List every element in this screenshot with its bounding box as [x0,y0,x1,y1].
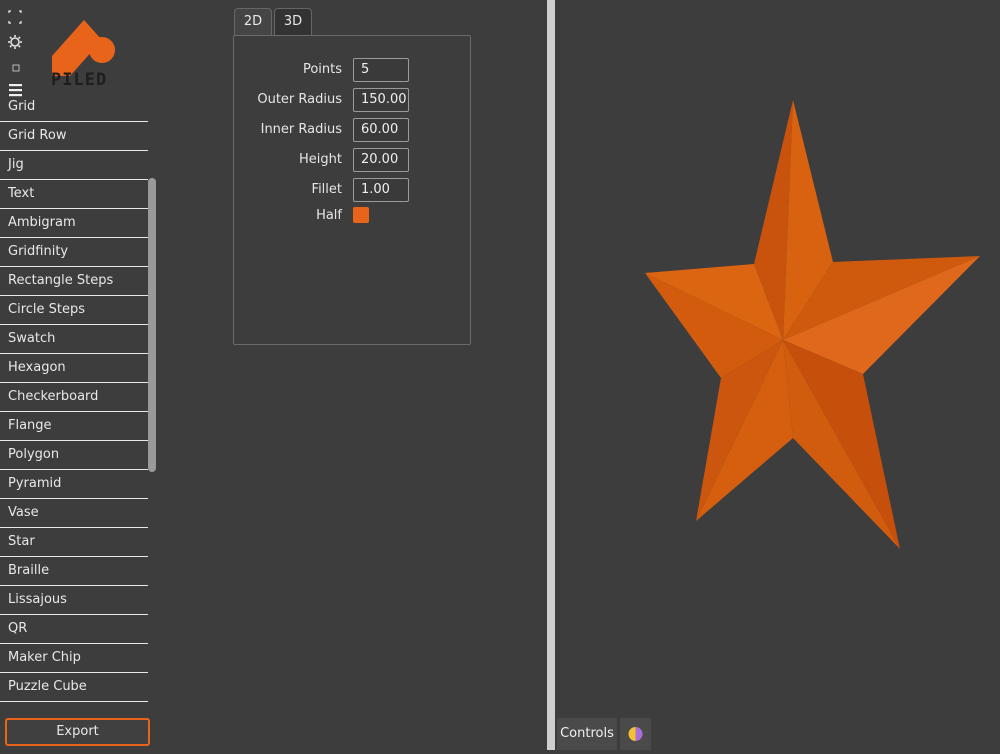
parameters-panel: Points 5 Outer Radius 150.00 Inner Radiu… [233,35,471,345]
height-input[interactable]: 20.00 [353,148,409,172]
sidebar-item-circle-steps[interactable]: Circle Steps [0,296,148,325]
half-row: Half [234,204,470,228]
panel-splitter[interactable] [547,0,555,750]
sidebar-item-flange[interactable]: Flange [0,412,148,441]
inner-radius-row: Inner Radius 60.00 [234,118,470,142]
fillet-label: Fillet [311,182,342,197]
points-input[interactable]: 5 [353,58,409,82]
sidebar-item-puzzle-cube[interactable]: Puzzle Cube [0,673,148,702]
toolbar [6,8,26,104]
controls-button[interactable]: Controls [557,718,617,750]
app-logo: PILED [51,20,115,88]
sidebar-item-polygon[interactable]: Polygon [0,441,148,470]
sidebar-item-text[interactable]: Text [0,180,148,209]
settings-icon[interactable] [6,32,24,52]
inner-radius-input[interactable]: 60.00 [353,118,409,142]
shape-list: Grid Grid Row Jig Text Ambigram Gridfini… [0,93,148,702]
tab-2d[interactable]: 2D [234,8,272,35]
points-label: Points [302,62,342,77]
sidebar-item-braille[interactable]: Braille [0,557,148,586]
sidebar-item-swatch[interactable]: Swatch [0,325,148,354]
sidebar-item-hexagon[interactable]: Hexagon [0,354,148,383]
half-checkbox[interactable] [353,207,369,223]
inner-radius-label: Inner Radius [260,122,342,137]
sidebar-item-ambigram[interactable]: Ambigram [0,209,148,238]
sidebar-item-checkerboard[interactable]: Checkerboard [0,383,148,412]
outer-radius-label: Outer Radius [257,92,342,107]
3d-viewport[interactable] [555,0,1000,750]
sidebar-item-grid[interactable]: Grid [0,93,148,122]
sidebar-scrollbar[interactable] [148,178,156,472]
fillet-row: Fillet 1.00 [234,178,470,202]
square-icon[interactable] [6,56,24,76]
height-label: Height [299,152,342,167]
outer-radius-row: Outer Radius 150.00 [234,88,470,112]
height-row: Height 20.00 [234,148,470,172]
sidebar-item-gridfinity[interactable]: Gridfinity [0,238,148,267]
sidebar-item-pyramid[interactable]: Pyramid [0,470,148,499]
fullscreen-icon[interactable] [6,8,24,28]
sidebar-item-vase[interactable]: Vase [0,499,148,528]
fillet-input[interactable]: 1.00 [353,178,409,202]
sidebar-item-lissajous[interactable]: Lissajous [0,586,148,615]
half-label: Half [316,208,342,223]
sidebar-item-qr[interactable]: QR [0,615,148,644]
sidebar-item-star[interactable]: Star [0,528,148,557]
points-row: Points 5 [234,58,470,82]
sidebar-item-jig[interactable]: Jig [0,151,148,180]
outer-radius-input[interactable]: 150.00 [353,88,409,112]
export-button[interactable]: Export [5,718,150,746]
tab-3d[interactable]: 3D [274,8,312,35]
sidebar-item-maker-chip[interactable]: Maker Chip [0,644,148,673]
star-model [645,100,980,549]
logo-text: PILED [51,70,107,88]
theme-toggle-button[interactable] [620,718,651,750]
theme-icon [628,727,643,741]
sidebar-item-rectangle-steps[interactable]: Rectangle Steps [0,267,148,296]
sidebar-item-grid-row[interactable]: Grid Row [0,122,148,151]
